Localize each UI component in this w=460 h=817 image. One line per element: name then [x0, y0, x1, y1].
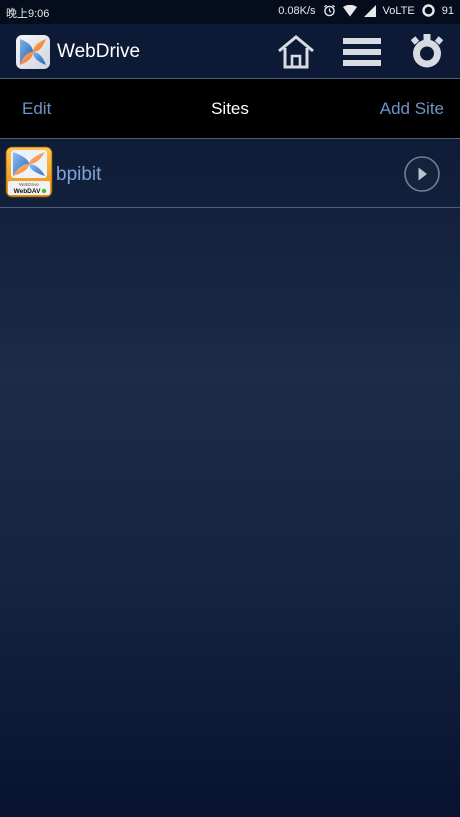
status-time: 晚上9:06	[6, 8, 50, 20]
app-bar: WebDrive	[0, 24, 460, 79]
home-icon[interactable]	[276, 34, 316, 70]
add-site-button[interactable]: Add Site	[380, 99, 444, 119]
drive-icon-label: WebDAV	[14, 188, 42, 195]
signal-icon	[363, 4, 376, 17]
network-type: VoLTE	[382, 4, 415, 17]
drive-icon-top-label: WebDrive	[19, 182, 39, 187]
webdav-drive-icon: WebDrive WebDAV	[4, 146, 54, 198]
site-row-bpibit[interactable]: WebDrive WebDAV bpibit	[0, 139, 460, 208]
edit-button[interactable]: Edit	[22, 99, 51, 119]
network-speed: 0.08K/s	[278, 4, 316, 17]
site-name: bpibit	[56, 164, 102, 185]
battery-icon	[422, 4, 435, 17]
chevron-right-icon[interactable]	[404, 156, 440, 192]
app-logo-icon	[15, 34, 51, 70]
status-indicators: 0.08K/s VoLTE 91	[278, 4, 454, 17]
settings-icon[interactable]	[410, 34, 444, 70]
app-title: WebDrive	[57, 41, 141, 62]
status-bar: 晚上9:06 0.08K/s VoLTE 91	[0, 0, 460, 24]
menu-icon[interactable]	[342, 36, 382, 68]
alarm-icon	[323, 4, 336, 17]
wifi-icon	[342, 4, 357, 17]
sites-list: WebDrive WebDAV bpibit	[0, 139, 460, 817]
sites-toolbar: Sites Edit Add Site	[0, 79, 460, 139]
battery-level: 91	[441, 4, 454, 17]
